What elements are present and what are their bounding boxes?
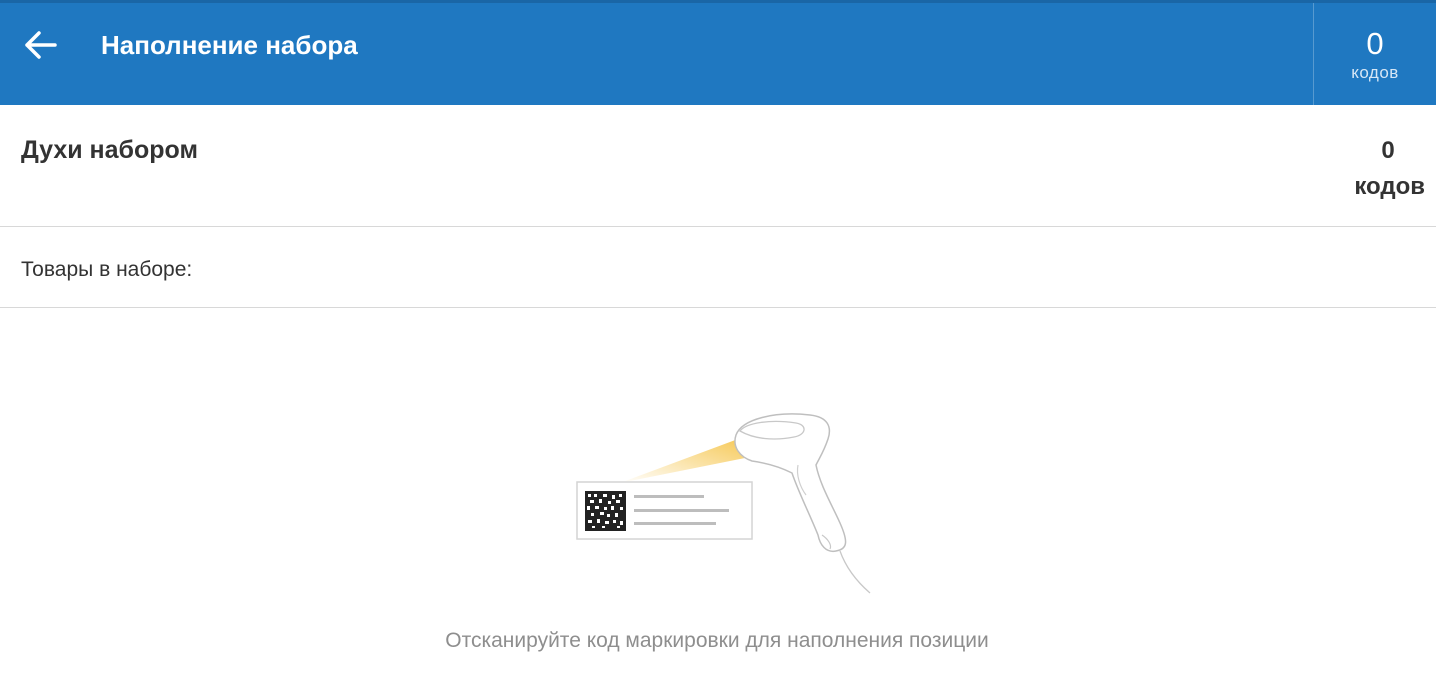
set-items-label: Товары в наборе:	[21, 258, 193, 281]
arrow-left-icon	[25, 31, 57, 59]
product-count-unit: кодов	[1354, 173, 1425, 200]
scan-hint-text: Отсканируйте код маркировки для наполнен…	[445, 629, 989, 652]
header-code-counter: 0 кодов	[1313, 3, 1436, 105]
back-button[interactable]	[18, 25, 62, 65]
set-items-section: Товары в наборе:	[0, 228, 1436, 308]
product-row: Духи набором 0 кодов	[0, 105, 1436, 227]
barcode-scanner-icon	[576, 413, 871, 594]
page-title: Наполнение набора	[101, 30, 358, 60]
product-name: Духи набором	[21, 136, 198, 164]
header-counter-unit: кодов	[1351, 63, 1399, 82]
scanner-illustration	[570, 405, 890, 605]
app-header: Наполнение набора 0 кодов	[0, 0, 1436, 105]
empty-state-hint: Отсканируйте код маркировки для наполнен…	[0, 627, 1436, 655]
product-count-value: 0	[1381, 137, 1395, 164]
product-code-count: 0 кодов	[1325, 133, 1425, 205]
header-counter-value: 0	[1366, 26, 1384, 61]
